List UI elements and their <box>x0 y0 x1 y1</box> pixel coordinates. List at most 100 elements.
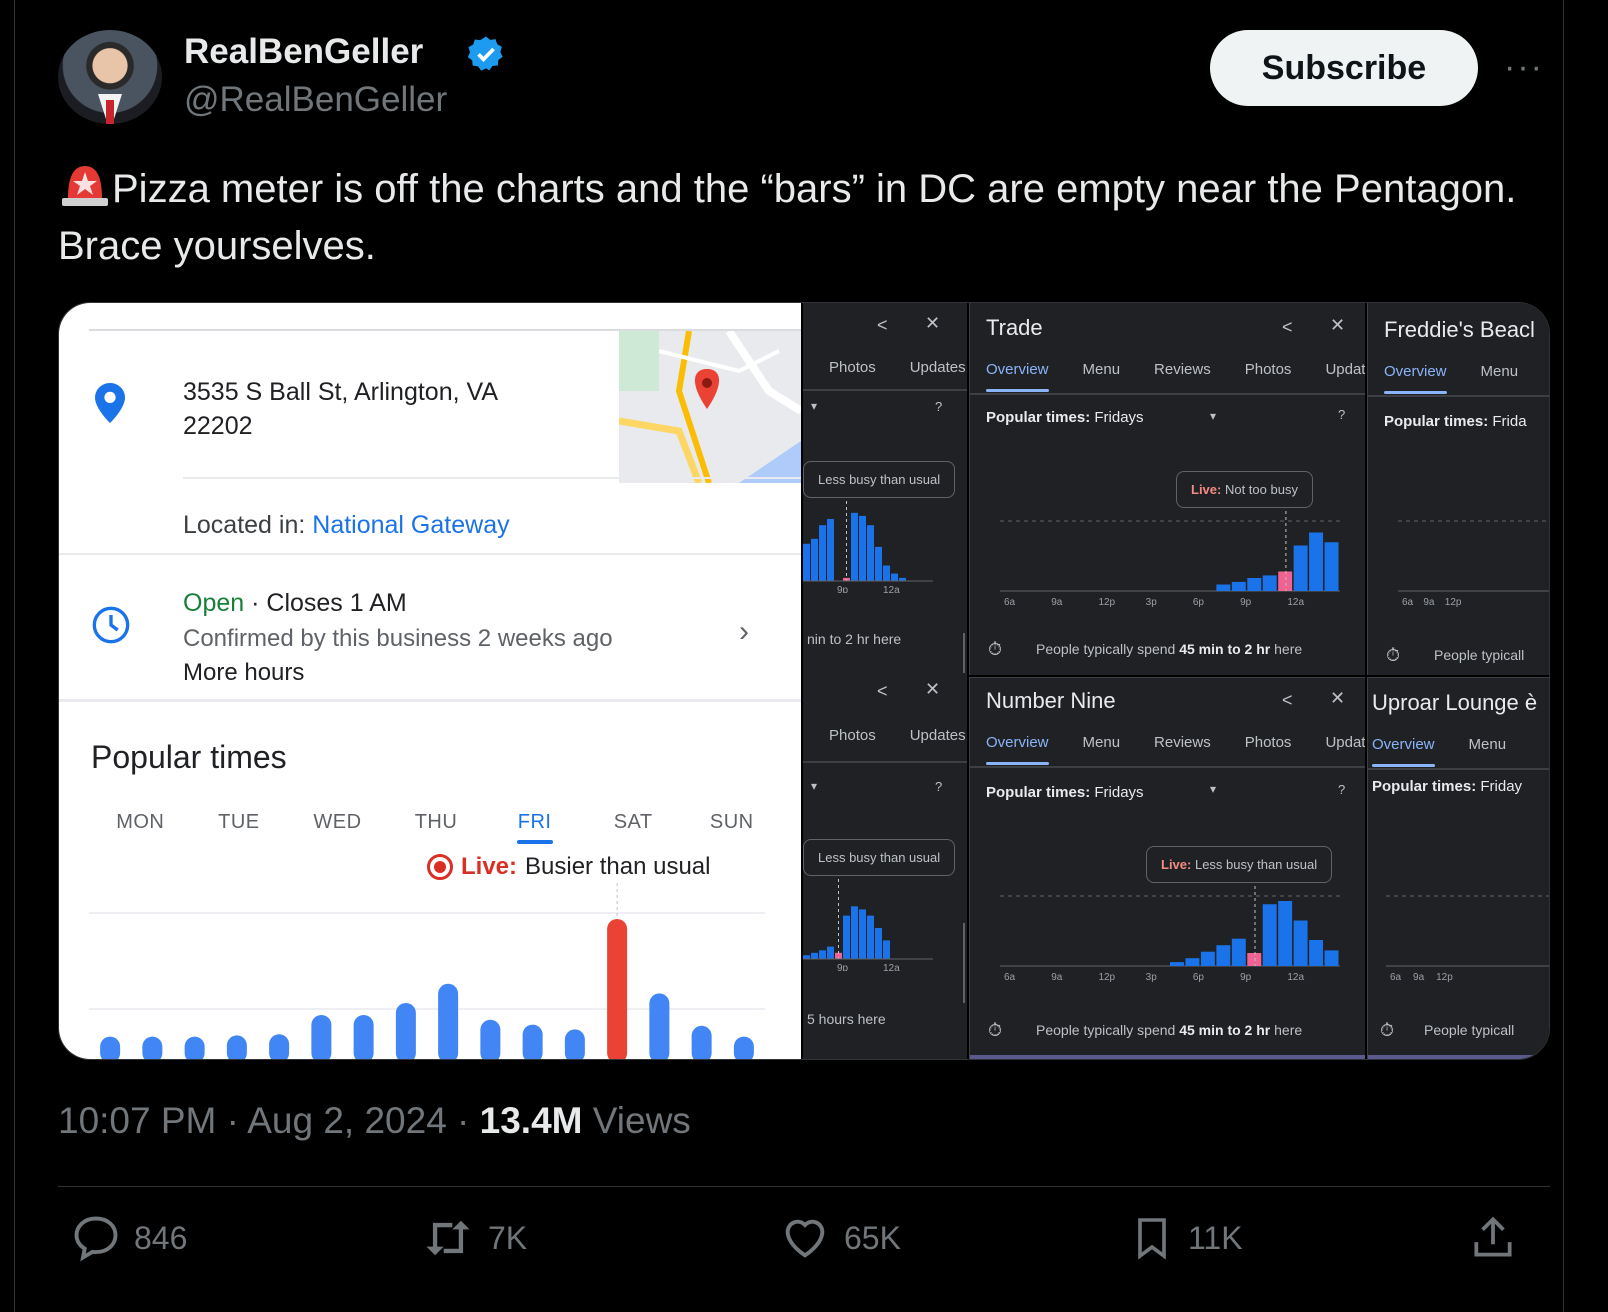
bookmark-button[interactable]: 11K <box>1128 1212 1243 1264</box>
number-nine-popular-times[interactable]: Popular times: Fridays <box>986 784 1144 801</box>
hour-bar <box>691 1025 712 1059</box>
reply-count: 846 <box>134 1219 188 1256</box>
axis-tick-label: 6a <box>1402 597 1414 608</box>
like-count: 65K <box>844 1219 901 1256</box>
tab-menu[interactable]: Menu <box>1083 734 1121 751</box>
dropdown-icon[interactable]: ▾ <box>811 779 817 793</box>
tweet-body: Pizza meter is off the charts and the “b… <box>58 167 1517 268</box>
like-button[interactable]: 65K <box>778 1212 901 1264</box>
hour-bar <box>883 940 890 959</box>
tab-photos[interactable]: Photos <box>829 727 876 744</box>
author-handle[interactable]: @RealBenGeller <box>184 80 447 120</box>
uproar-popular-times[interactable]: Popular times: Friday <box>1372 778 1522 795</box>
number-nine-foot: People typically spend 45 min to 2 hr he… <box>1036 1022 1303 1038</box>
share-icon[interactable]: < <box>1282 317 1293 338</box>
tab-menu[interactable]: Menu <box>1083 361 1121 378</box>
day-tab-sun[interactable]: SUN <box>682 811 781 834</box>
tab-overview[interactable]: Overview <box>986 361 1049 392</box>
chevron-right-icon[interactable]: › <box>739 615 749 649</box>
share-button[interactable] <box>1468 1212 1518 1264</box>
located-in: Located in: National Gateway <box>183 511 510 539</box>
day-tab-fri[interactable]: FRI <box>485 811 584 834</box>
avatar[interactable] <box>58 30 162 124</box>
number-nine-tabs: Overview Menu Reviews Photos Updates <box>986 734 1365 765</box>
tab-menu[interactable]: Menu <box>1481 363 1519 380</box>
dropdown-icon[interactable]: ▾ <box>811 399 817 413</box>
hour-bar <box>1231 938 1246 966</box>
share-icon[interactable]: < <box>877 681 888 702</box>
tab-reviews[interactable]: Reviews <box>1154 361 1211 378</box>
help-icon[interactable]: ? <box>1338 407 1345 422</box>
hours-status[interactable]: Open · Closes 1 AM <box>183 589 407 618</box>
tweet-media[interactable]: 3535 S Ball St, Arlington, VA 22202 Loca… <box>58 302 1550 1060</box>
author-name[interactable]: RealBenGeller <box>184 32 423 72</box>
hour-bar <box>733 1036 754 1059</box>
views-label: Views <box>582 1100 691 1141</box>
close-icon[interactable]: ✕ <box>925 313 940 334</box>
day-tab-sat[interactable]: SAT <box>584 811 683 834</box>
reply-button[interactable]: 846 <box>70 1212 187 1264</box>
share-icon[interactable]: < <box>877 315 888 336</box>
hour-bar <box>819 525 826 581</box>
tweet-meta: 10:07 PM · Aug 2, 2024 · 13.4M Views <box>58 1100 691 1142</box>
heart-icon <box>785 1219 825 1258</box>
hour-bar <box>1216 945 1231 966</box>
hour-bar <box>859 909 866 959</box>
trade-live-bubble: Live: Not too busy <box>1176 471 1313 508</box>
hour-bar <box>226 1035 247 1059</box>
hour-bar <box>1309 940 1324 966</box>
tweet-text: Pizza meter is off the charts and the “b… <box>58 160 1518 275</box>
tab-updates[interactable]: Updates <box>1325 361 1365 378</box>
number-nine-title: Number Nine <box>986 688 1116 713</box>
map-thumbnail[interactable] <box>619 331 801 483</box>
repost-button[interactable]: 7K <box>420 1212 527 1264</box>
subscribe-button[interactable]: Subscribe <box>1210 30 1478 106</box>
close-icon[interactable]: ✕ <box>925 679 940 700</box>
freddies-popular-times[interactable]: Popular times: Frida <box>1384 413 1527 430</box>
timestamp[interactable]: 10:07 PM · Aug 2, 2024 · <box>58 1100 480 1141</box>
tab-photos[interactable]: Photos <box>1245 734 1292 751</box>
tab-updates[interactable]: Updates <box>910 359 966 376</box>
more-options-icon[interactable]: ··· <box>1504 48 1544 87</box>
partial-bottom-foot: 5 hours here <box>807 1011 886 1027</box>
hour-bar <box>843 915 850 959</box>
siren-emoji-icon <box>58 160 112 208</box>
hour-bar <box>1324 950 1339 966</box>
freddies-chart: 6a 9a 12p <box>1398 520 1549 608</box>
hour-bar <box>875 928 882 959</box>
close-icon[interactable]: ✕ <box>1330 315 1345 336</box>
tab-menu[interactable]: Menu <box>1469 736 1507 753</box>
share-icon[interactable]: < <box>1282 690 1293 711</box>
number-nine-panel: Number Nine < ✕ Overview Menu Reviews Photo… <box>969 677 1365 1059</box>
address: 3535 S Ball St, Arlington, VA 22202 <box>183 378 499 440</box>
dropdown-icon[interactable]: ▾ <box>1210 782 1216 796</box>
help-icon[interactable]: ? <box>935 399 942 414</box>
dropdown-icon[interactable]: ▾ <box>1210 409 1216 423</box>
hour-bar <box>1170 962 1184 966</box>
hour-bar <box>867 915 874 959</box>
day-tab-mon[interactable]: MON <box>91 811 190 834</box>
trade-chart: 6a 9a 12p 3p 6p 9p 12a <box>1000 511 1340 608</box>
help-icon[interactable]: ? <box>935 779 942 794</box>
national-gateway-link[interactable]: National Gateway <box>312 511 509 539</box>
help-icon[interactable]: ? <box>1338 782 1345 797</box>
tab-overview[interactable]: Overview <box>1372 736 1435 767</box>
tab-updates[interactable]: Updates <box>910 727 966 744</box>
close-icon[interactable]: ✕ <box>1330 688 1345 709</box>
day-tab-tue[interactable]: TUE <box>190 811 289 834</box>
tab-photos[interactable]: Photos <box>829 359 876 376</box>
day-tab-wed[interactable]: WED <box>288 811 387 834</box>
axis-tick-label: 3p <box>1146 972 1158 983</box>
axis-tick-label: 9p <box>837 963 849 971</box>
partial-bottom-chart: 9p 12a <box>803 879 933 971</box>
hour-bar <box>811 538 818 581</box>
trade-popular-times[interactable]: Popular times: Fridays <box>986 409 1144 426</box>
tab-updates[interactable]: Updates <box>1325 734 1365 751</box>
more-hours-link[interactable]: More hours <box>183 659 304 687</box>
tab-photos[interactable]: Photos <box>1245 361 1292 378</box>
tab-overview[interactable]: Overview <box>986 734 1049 765</box>
tab-reviews[interactable]: Reviews <box>1154 734 1211 751</box>
day-tab-thu[interactable]: THU <box>387 811 486 834</box>
hour-bar <box>1262 575 1277 591</box>
tab-overview[interactable]: Overview <box>1384 363 1447 394</box>
